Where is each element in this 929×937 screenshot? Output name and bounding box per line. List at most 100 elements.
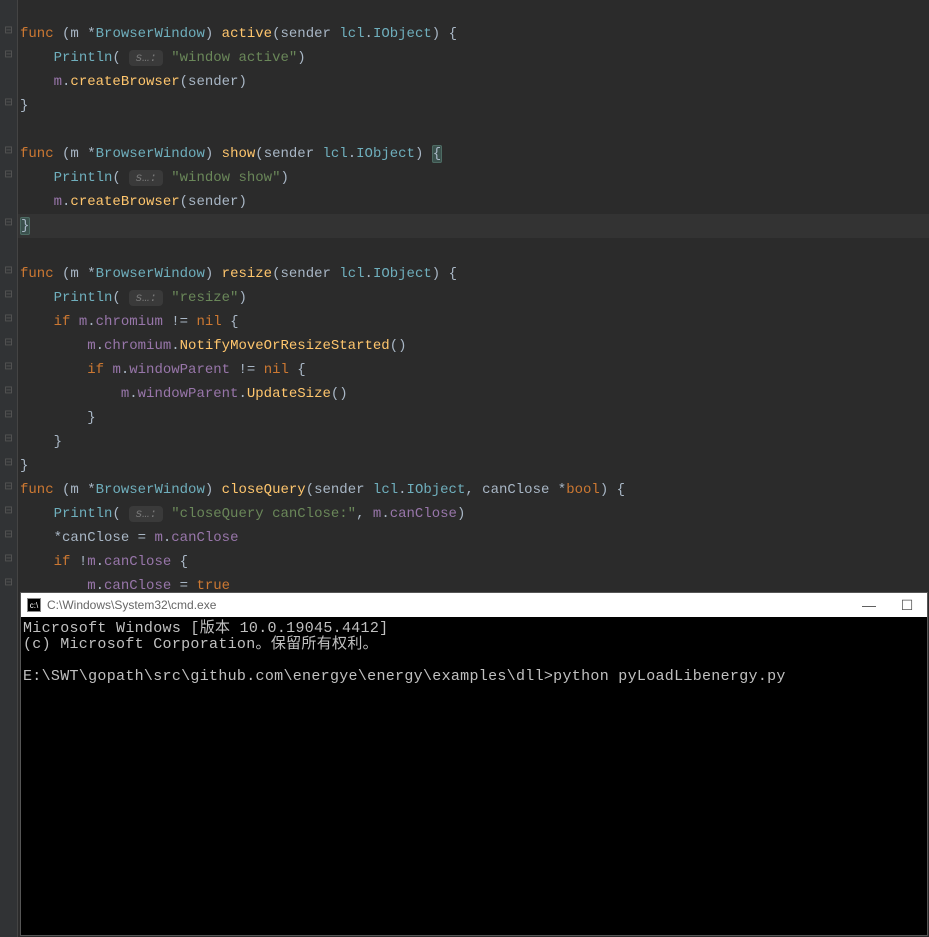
- minimize-button[interactable]: —: [855, 597, 883, 614]
- fold-marker[interactable]: ⊟: [4, 434, 13, 443]
- func-call: Println: [54, 50, 113, 66]
- hint-icon: s…:: [129, 170, 163, 186]
- field: canClose: [171, 530, 238, 546]
- pkg: lcl: [323, 146, 348, 162]
- pkg: lcl: [339, 266, 364, 282]
- type: BrowserWindow: [96, 266, 205, 282]
- keyword: if: [87, 362, 104, 378]
- arg: sender: [188, 74, 238, 90]
- func-call: Println: [54, 506, 113, 522]
- param: sender: [264, 146, 314, 162]
- type: IObject: [356, 146, 415, 162]
- param: sender: [314, 482, 364, 498]
- var: m: [112, 362, 120, 378]
- var: m: [54, 74, 62, 90]
- field: windowParent: [138, 386, 239, 402]
- type: BrowserWindow: [96, 482, 205, 498]
- fold-marker[interactable]: ⊟: [4, 530, 13, 539]
- cmd-title-text: C:\Windows\System32\cmd.exe: [47, 598, 855, 612]
- field: chromium: [96, 314, 163, 330]
- receiver: m: [70, 482, 78, 498]
- method: NotifyMoveOrResizeStarted: [180, 338, 390, 354]
- var: m: [87, 554, 95, 570]
- func-name: closeQuery: [222, 482, 306, 498]
- var: m: [373, 506, 381, 522]
- param: canClose: [482, 482, 549, 498]
- string: "window show": [171, 170, 280, 186]
- maximize-button[interactable]: ☐: [893, 597, 921, 614]
- type: BrowserWindow: [96, 26, 205, 42]
- receiver: m: [70, 26, 78, 42]
- pkg: lcl: [373, 482, 398, 498]
- cmd-output[interactable]: Microsoft Windows [版本 10.0.19045.4412] (…: [21, 617, 927, 689]
- literal: nil: [196, 314, 221, 330]
- cmd-titlebar[interactable]: c:\ C:\Windows\System32\cmd.exe — ☐: [21, 593, 927, 617]
- keyword: if: [54, 314, 71, 330]
- func-name: active: [222, 26, 272, 42]
- arg: sender: [188, 194, 238, 210]
- func-name: resize: [222, 266, 272, 282]
- hint-icon: s…:: [129, 50, 163, 66]
- param: sender: [281, 26, 331, 42]
- fold-marker[interactable]: ⊟: [4, 290, 13, 299]
- fold-marker[interactable]: ⊟: [4, 578, 13, 587]
- receiver: m: [70, 266, 78, 282]
- hint-icon: s…:: [129, 506, 163, 522]
- var: m: [54, 194, 62, 210]
- pkg: lcl: [339, 26, 364, 42]
- var: canClose: [62, 530, 129, 546]
- cmd-icon: c:\: [27, 598, 41, 612]
- var: m: [87, 338, 95, 354]
- keyword: func: [20, 482, 54, 498]
- string: "closeQuery canClose:": [171, 506, 356, 522]
- field: canClose: [104, 554, 171, 570]
- hint-icon: s…:: [129, 290, 163, 306]
- type: IObject: [407, 482, 466, 498]
- receiver: m: [70, 146, 78, 162]
- string: "resize": [171, 290, 238, 306]
- method: createBrowser: [70, 74, 179, 90]
- cmd-window[interactable]: c:\ C:\Windows\System32\cmd.exe — ☐ Micr…: [20, 592, 928, 936]
- field: chromium: [104, 338, 171, 354]
- method: createBrowser: [70, 194, 179, 210]
- type: IObject: [373, 26, 432, 42]
- func-call: Println: [54, 290, 113, 306]
- type: BrowserWindow: [96, 146, 205, 162]
- var: m: [154, 530, 162, 546]
- fold-marker[interactable]: ⊟: [4, 554, 13, 563]
- keyword: func: [20, 26, 54, 42]
- fold-marker[interactable]: ⊟: [4, 362, 13, 371]
- var: m: [79, 314, 87, 330]
- code-editor[interactable]: func (m *BrowserWindow) active(sender lc…: [18, 0, 929, 598]
- func-call: Println: [54, 170, 113, 186]
- type: bool: [566, 482, 600, 498]
- fold-marker[interactable]: ⊟: [4, 98, 13, 107]
- editor-gutter: ⊟ ⊟ ⊟ ⊟ ⊟ ⊟ ⊟ ⊟ ⊟ ⊟ ⊟ ⊟ ⊟ ⊟ ⊟ ⊟ ⊟ ⊟ ⊟ ⊟: [0, 0, 18, 937]
- fold-marker[interactable]: ⊟: [4, 482, 13, 491]
- cmd-line: Microsoft Windows [版本 10.0.19045.4412]: [23, 621, 925, 637]
- cmd-prompt-line: E:\SWT\gopath\src\github.com\energye\ene…: [23, 669, 925, 685]
- method: UpdateSize: [247, 386, 331, 402]
- fold-marker[interactable]: ⊟: [4, 410, 13, 419]
- cmd-line: (c) Microsoft Corporation。保留所有权利。: [23, 637, 925, 653]
- fold-marker[interactable]: ⊟: [4, 314, 13, 323]
- fold-marker[interactable]: ⊟: [4, 458, 13, 467]
- type: IObject: [373, 266, 432, 282]
- fold-marker[interactable]: ⊟: [4, 386, 13, 395]
- fold-marker[interactable]: ⊟: [4, 170, 13, 179]
- var: m: [121, 386, 129, 402]
- fold-marker[interactable]: ⊟: [4, 146, 13, 155]
- fold-marker[interactable]: ⊟: [4, 26, 13, 35]
- literal: nil: [264, 362, 289, 378]
- fold-marker[interactable]: ⊟: [4, 338, 13, 347]
- fold-marker[interactable]: ⊟: [4, 218, 13, 227]
- func-name: show: [222, 146, 256, 162]
- string: "window active": [171, 50, 297, 66]
- fold-marker[interactable]: ⊟: [4, 50, 13, 59]
- field: canClose: [390, 506, 457, 522]
- keyword: func: [20, 146, 54, 162]
- keyword: if: [54, 554, 71, 570]
- param: sender: [281, 266, 331, 282]
- fold-marker[interactable]: ⊟: [4, 506, 13, 515]
- fold-marker[interactable]: ⊟: [4, 266, 13, 275]
